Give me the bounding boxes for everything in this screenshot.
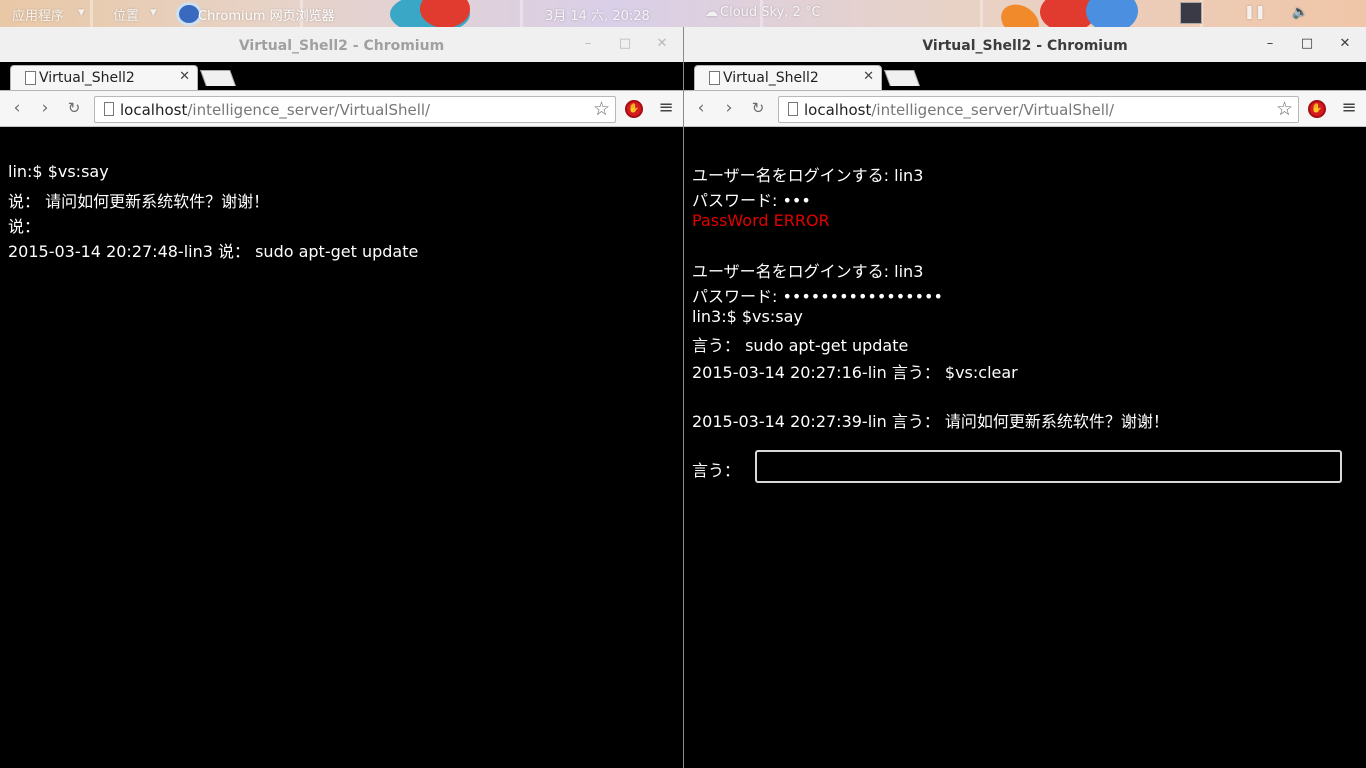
volume-icon[interactable]: 🔈 (1292, 5, 1308, 20)
window-titlebar[interactable]: Virtual_Shell2 - Chromium – □ ✕ (0, 27, 683, 62)
wallpaper-shape (1086, 0, 1138, 27)
say-input[interactable] (755, 450, 1342, 483)
bookmark-star-icon[interactable]: ☆ (593, 98, 610, 120)
terminal-line: 2015-03-14 20:27:39-lin 言う： 请问如何更新系统软件？谢… (692, 412, 1169, 431)
bookmark-star-icon[interactable]: ☆ (1276, 98, 1293, 120)
say-label: 言う： (692, 461, 741, 480)
applications-menu[interactable]: 应用程序 (12, 5, 64, 24)
places-menu-arrow-icon: ▾ (150, 5, 157, 20)
window-titlebar[interactable]: Virtual_Shell2 - Chromium – □ ✕ (684, 27, 1366, 62)
applications-menu-arrow-icon: ▾ (78, 5, 85, 20)
minimize-icon[interactable]: – (1262, 36, 1278, 52)
wallpaper-shape (995, 0, 1045, 27)
address-bar[interactable]: localhost/intelligence_server/VirtualShe… (778, 96, 1299, 123)
top-panel: 应用程序 ▾ 位置 ▾ Chromium 网页浏览器 3月 14 六, 20:2… (0, 0, 1366, 27)
forward-icon[interactable]: › (35, 98, 55, 118)
tab-close-icon[interactable]: ✕ (179, 69, 190, 84)
url-host: localhost (120, 101, 188, 119)
browser-window-left: Virtual_Shell2 - Chromium – □ ✕ Virtual_… (0, 27, 683, 768)
pause-icon[interactable]: ❚❚ (1244, 5, 1266, 20)
back-icon[interactable]: ‹ (7, 98, 27, 118)
browser-tab[interactable]: Virtual_Shell2 ✕ (10, 65, 198, 91)
panel-stripe (980, 0, 983, 27)
terminal-line: 2015-03-14 20:27:48-lin3 说： sudo apt-get… (8, 242, 419, 261)
url-path: /intelligence_server/VirtualShell/ (187, 101, 431, 119)
page-icon (788, 102, 798, 116)
url-text: localhost/intelligence_server/VirtualShe… (120, 101, 430, 119)
new-tab-button[interactable] (200, 70, 236, 86)
maximize-icon[interactable]: □ (1299, 36, 1315, 52)
adblock-icon[interactable]: ✋ (625, 100, 643, 118)
close-icon[interactable]: ✕ (654, 36, 670, 52)
user-avatar[interactable] (1180, 2, 1202, 24)
password-prompt: パスワード: ••••••••••••••••• (692, 287, 943, 306)
panel-weather[interactable]: Cloud Sky, 2 °C (720, 5, 821, 20)
page-icon (25, 71, 36, 85)
close-icon[interactable]: ✕ (1337, 36, 1353, 52)
panel-clock[interactable]: 3月 14 六, 20:28 (545, 5, 650, 24)
forward-icon[interactable]: › (719, 98, 739, 118)
minimize-icon[interactable]: – (580, 36, 596, 52)
password-prompt: パスワード: ••• (692, 191, 811, 210)
reload-icon[interactable]: ↻ (748, 98, 768, 118)
page-content: ユーザー名をログインする: lin3 パスワード: ••• PassWord E… (684, 128, 1366, 768)
password-error: PassWord ERROR (692, 211, 830, 230)
menu-icon[interactable]: ≡ (1341, 98, 1357, 118)
tab-title: Virtual_Shell2 (39, 70, 135, 86)
reload-icon[interactable]: ↻ (64, 98, 84, 118)
taskbar-chromium[interactable]: Chromium 网页浏览器 (198, 5, 335, 24)
panel-stripe (520, 0, 523, 27)
maximize-icon[interactable]: □ (617, 36, 633, 52)
page-icon (104, 102, 114, 116)
browser-tab[interactable]: Virtual_Shell2 ✕ (694, 65, 882, 91)
url-path: /intelligence_server/VirtualShell/ (871, 101, 1115, 119)
url-host: localhost (804, 101, 872, 119)
login-prompt: ユーザー名をログインする: lin3 (692, 262, 924, 281)
weather-icon: ☁ (705, 5, 718, 20)
menu-icon[interactable]: ≡ (658, 98, 674, 118)
terminal-line: 说： 请问如何更新系统软件？谢谢！ (8, 192, 270, 211)
page-content: lin:$ $vs:say 说： 请问如何更新系统软件？谢谢！ 说： 2015-… (0, 128, 683, 768)
page-icon (709, 71, 720, 85)
terminal-line: lin:$ $vs:say (8, 162, 109, 181)
terminal-line: 说： (8, 217, 41, 236)
terminal-line: lin3:$ $vs:say (692, 307, 803, 326)
login-prompt: ユーザー名をログインする: lin3 (692, 166, 924, 185)
adblock-icon[interactable]: ✋ (1308, 100, 1326, 118)
terminal-line: 2015-03-14 20:27:16-lin 言う： $vs:clear (692, 363, 1018, 382)
browser-toolbar: ‹ › ↻ localhost/intelligence_server/Virt… (0, 90, 683, 127)
back-icon[interactable]: ‹ (691, 98, 711, 118)
terminal-line: 言う： sudo apt-get update (692, 336, 909, 355)
url-text: localhost/intelligence_server/VirtualShe… (804, 101, 1114, 119)
tab-close-icon[interactable]: ✕ (863, 69, 874, 84)
browser-toolbar: ‹ › ↻ localhost/intelligence_server/Virt… (684, 90, 1366, 127)
tab-title: Virtual_Shell2 (723, 70, 819, 86)
panel-stripe (90, 0, 93, 27)
new-tab-button[interactable] (884, 70, 920, 86)
address-bar[interactable]: localhost/intelligence_server/VirtualShe… (94, 96, 616, 123)
browser-window-right: Virtual_Shell2 - Chromium – □ ✕ Virtual_… (684, 27, 1366, 768)
places-menu[interactable]: 位置 (113, 5, 139, 24)
